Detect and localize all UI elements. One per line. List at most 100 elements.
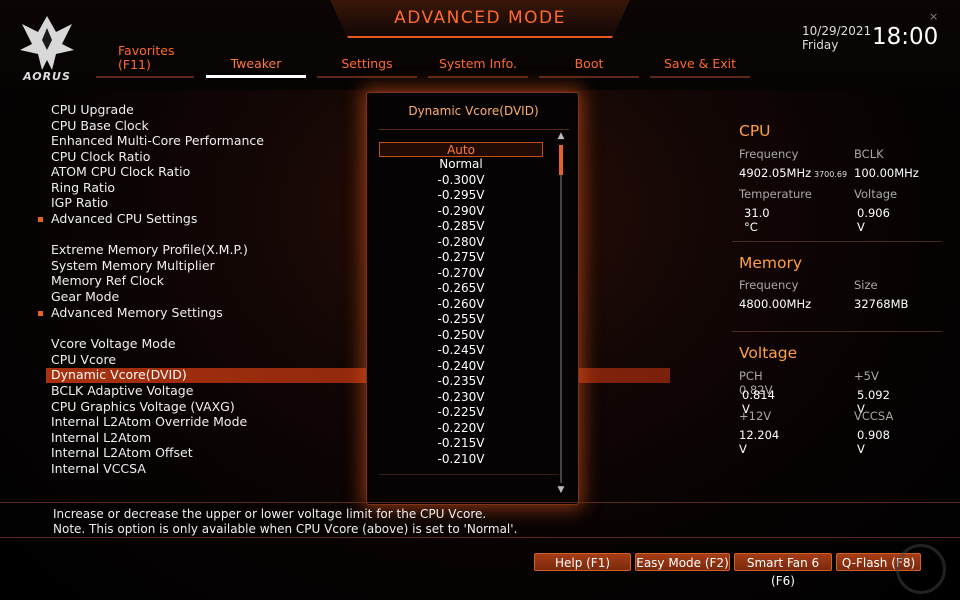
menu-item-enhanced-multicore[interactable]: Enhanced Multi-Core Performance: [51, 133, 264, 148]
tab-system-info[interactable]: System Info.: [428, 56, 528, 78]
scrollbar-thumb[interactable]: [559, 145, 563, 175]
option-item[interactable]: -0.215V: [379, 436, 543, 451]
scroll-up-icon[interactable]: ▲: [556, 131, 566, 141]
clock: 18:00: [872, 24, 939, 50]
voltage-heading: Voltage: [739, 344, 798, 362]
menu-item-advanced-cpu-settings[interactable]: Advanced CPU Settings: [38, 211, 198, 226]
option-item[interactable]: -0.220V: [379, 421, 543, 436]
cpu-frequency-value: 4902.05MHz: [739, 166, 812, 180]
vccsa-label: VCCSA: [854, 409, 894, 423]
option-item[interactable]: -0.250V: [379, 328, 543, 343]
tab-save-exit[interactable]: Save & Exit: [650, 56, 750, 78]
menu-item-igp-ratio[interactable]: IGP Ratio: [51, 195, 108, 210]
option-item[interactable]: -0.260V: [379, 297, 543, 312]
watermark-icon: [896, 544, 946, 594]
menu-item-ring-ratio[interactable]: Ring Ratio: [51, 180, 115, 195]
menu-item-bclk-adaptive-voltage[interactable]: BCLK Adaptive Voltage: [51, 383, 193, 398]
menu-item-cpu-clock-ratio[interactable]: CPU Clock Ratio: [51, 149, 150, 164]
option-item[interactable]: -0.225V: [379, 405, 543, 420]
menu-item-cpu-upgrade[interactable]: CPU Upgrade: [51, 102, 134, 117]
panel-divider: [732, 331, 942, 332]
cpu-voltage-label: Voltage: [854, 187, 898, 201]
menu-item-memory-multiplier[interactable]: System Memory Multiplier: [51, 258, 215, 273]
option-item[interactable]: -0.290V: [379, 204, 543, 219]
menu-item-dynamic-vcore[interactable]: Dynamic Vcore(DVID): [51, 367, 187, 382]
menu-item-cpu-vcore[interactable]: CPU Vcore: [51, 352, 116, 367]
cpu-voltage-value: 0.906 V: [857, 206, 890, 234]
menu-item-label: Advanced CPU Settings: [51, 211, 198, 226]
option-item[interactable]: -0.285V: [379, 219, 543, 234]
memory-frequency-value: 4800.00MHz: [739, 297, 812, 311]
cpu-heading: CPU: [739, 122, 771, 140]
menu-item-xmp[interactable]: Extreme Memory Profile(X.M.P.): [51, 242, 248, 257]
smart-fan-button[interactable]: Smart Fan 6 (F6): [734, 553, 832, 588]
popup-title: Dynamic Vcore(DVID): [408, 104, 539, 118]
option-item[interactable]: -0.265V: [379, 281, 543, 296]
memory-size-value: 32768MB: [854, 297, 909, 311]
menu-item-gear-mode[interactable]: Gear Mode: [51, 289, 119, 304]
option-item[interactable]: -0.270V: [379, 266, 543, 281]
cpu-frequency-label: Frequency: [739, 147, 799, 161]
option-popup[interactable]: Dynamic Vcore(DVID) ▲ ▼ Auto Normal -0.3…: [366, 92, 579, 505]
date-display: 10/29/2021 Friday: [802, 24, 871, 52]
help-text-line-1: Increase or decrease the upper or lower …: [53, 507, 487, 521]
menu-item-advanced-memory-settings[interactable]: Advanced Memory Settings: [38, 305, 223, 320]
bclk-value: 100.00MHz: [854, 166, 919, 180]
close-icon[interactable]: ×: [929, 10, 938, 23]
help-description-box: Increase or decrease the upper or lower …: [0, 502, 960, 538]
tab-label: Favorites: [118, 43, 175, 58]
option-item[interactable]: -0.295V: [379, 188, 543, 203]
temperature-value: 31.0 °C: [744, 206, 770, 234]
p5v-label: +5V: [854, 369, 879, 383]
scroll-down-icon[interactable]: ▼: [556, 485, 566, 495]
temperature-label: Temperature: [739, 187, 812, 201]
tab-shortcut: (F11): [118, 57, 151, 72]
tab-favorites[interactable]: Favorites (F11): [96, 44, 194, 78]
memory-heading: Memory: [739, 254, 803, 272]
memory-frequency-label: Frequency: [739, 278, 799, 292]
menu-item-l2atom-offset[interactable]: Internal L2Atom Offset: [51, 445, 193, 460]
option-item[interactable]: -0.245V: [379, 343, 543, 358]
date-text: 10/29/2021: [802, 24, 872, 38]
option-item[interactable]: -0.280V: [379, 235, 543, 250]
popup-footer-divider: [379, 474, 559, 475]
option-item[interactable]: -0.300V: [379, 173, 543, 188]
menu-item-atom-clock-ratio[interactable]: ATOM CPU Clock Ratio: [51, 164, 190, 179]
help-button[interactable]: Help (F1): [534, 553, 631, 571]
submenu-bullet-icon: [38, 217, 43, 222]
tab-tweaker[interactable]: Tweaker: [206, 56, 306, 78]
page-title: ADVANCED MODE: [394, 8, 566, 28]
help-text-line-2: Note. This option is only available when…: [53, 522, 518, 536]
day-text: Friday: [802, 38, 839, 52]
menu-item-memory-ref-clock[interactable]: Memory Ref Clock: [51, 273, 164, 288]
tab-settings[interactable]: Settings: [317, 56, 417, 78]
option-auto[interactable]: Auto: [379, 142, 543, 157]
tab-boot[interactable]: Boot: [539, 56, 639, 78]
option-item[interactable]: -0.240V: [379, 359, 543, 374]
vccsa-value: 0.908 V: [857, 428, 890, 456]
option-normal[interactable]: Normal: [379, 157, 543, 172]
option-item[interactable]: -0.235V: [379, 374, 543, 389]
option-item[interactable]: -0.275V: [379, 250, 543, 265]
popup-divider: [379, 129, 569, 130]
menu-item-vcore-voltage-mode[interactable]: Vcore Voltage Mode: [51, 336, 176, 351]
option-item[interactable]: -0.255V: [379, 312, 543, 327]
menu-item-internal-l2atom[interactable]: Internal L2Atom: [51, 430, 151, 445]
option-item[interactable]: -0.210V: [379, 452, 543, 467]
scrollbar-track[interactable]: [560, 145, 562, 483]
menu-item-cpu-base-clock[interactable]: CPU Base Clock: [51, 118, 149, 133]
menu-item-label: Advanced Memory Settings: [51, 305, 223, 320]
memory-size-label: Size: [854, 278, 878, 292]
cpu-frequency-sub: 3700.69: [814, 170, 848, 179]
option-item[interactable]: -0.230V: [379, 390, 543, 405]
menu-item-internal-vccsa[interactable]: Internal VCCSA: [51, 461, 146, 476]
p12v-value: 12.204 V: [739, 428, 780, 456]
p12v-label: +12V: [739, 409, 772, 423]
menu-item-cpu-graphics-voltage[interactable]: CPU Graphics Voltage (VAXG): [51, 399, 235, 414]
panel-divider: [732, 241, 942, 242]
brand-wordmark: AORUS: [23, 70, 71, 83]
bclk-label: BCLK: [854, 147, 884, 161]
easy-mode-button[interactable]: Easy Mode (F2): [635, 553, 730, 571]
submenu-bullet-icon: [38, 311, 43, 316]
menu-item-l2atom-override-mode[interactable]: Internal L2Atom Override Mode: [51, 414, 247, 429]
